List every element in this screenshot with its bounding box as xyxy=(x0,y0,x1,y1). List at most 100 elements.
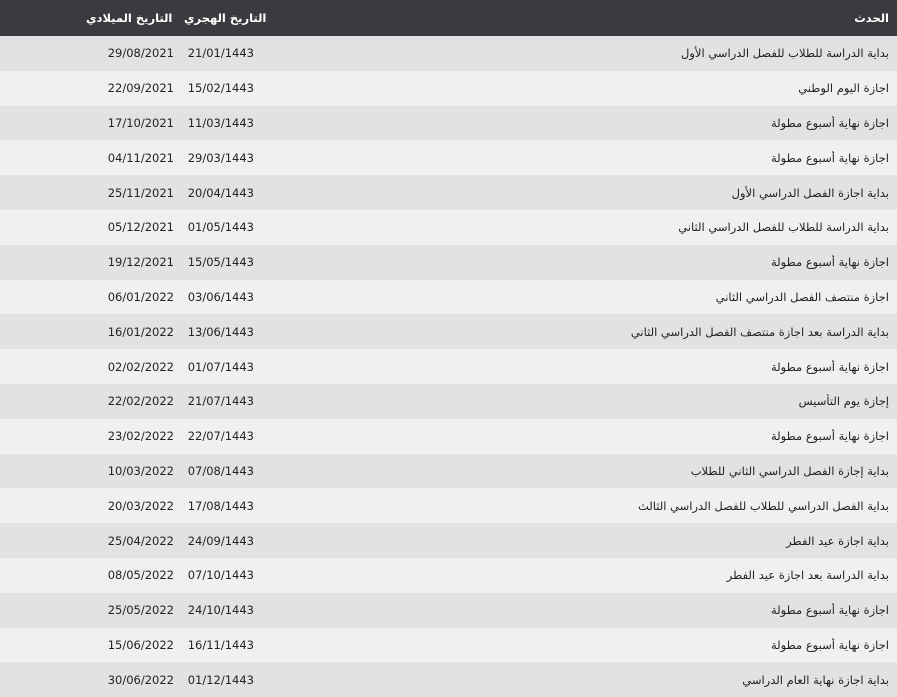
gregorian-date: 04/11/2021 xyxy=(107,150,174,165)
gregorian-cell: 25/11/2021 xyxy=(0,186,184,200)
table-row: اجازة اليوم الوطني 15/02/1443 22/09/2021 xyxy=(0,70,897,106)
event-cell: اجازة نهاية أسبوع مطولة xyxy=(770,603,889,618)
event-cell: اجازة نهاية أسبوع مطولة xyxy=(770,637,889,652)
event-cell: اجازة منتصف الفصل الدراسي الثاني xyxy=(715,289,889,304)
table-row: بداية الدراسة للطلاب للفصل الدراسي الثان… xyxy=(0,209,897,245)
hijri-cell: 01/07/1443 xyxy=(184,360,355,374)
table-row: بداية الفصل الدراسي للطلاب للفصل الدراسي… xyxy=(0,488,897,524)
table-row: بداية الدراسة بعد اجازة منتصف الفصل الدر… xyxy=(0,314,897,350)
hijri-date: 24/10/1443 xyxy=(187,603,254,618)
table-body: بداية الدراسة للطلاب للفصل الدراسي الأول… xyxy=(0,36,897,697)
gregorian-cell: 08/05/2022 xyxy=(0,568,184,582)
gregorian-date: 25/04/2022 xyxy=(107,533,174,548)
hijri-date: 16/11/1443 xyxy=(187,637,254,652)
gregorian-cell: 15/06/2022 xyxy=(0,638,184,652)
table-row: إجازة يوم التأسيس 21/07/1443 22/02/2022 xyxy=(0,383,897,419)
gregorian-date: 30/06/2022 xyxy=(107,672,174,687)
event-cell: بداية اجازة نهاية العام الدراسي xyxy=(742,672,889,687)
gregorian-cell: 06/01/2022 xyxy=(0,290,184,304)
gregorian-cell: 25/04/2022 xyxy=(0,534,184,548)
event-cell: بداية اجازة عيد الفطر xyxy=(786,533,889,548)
table-row: بداية اجازة نهاية العام الدراسي 01/12/144… xyxy=(0,662,897,697)
gregorian-cell: 16/01/2022 xyxy=(0,325,184,339)
gregorian-date: 06/01/2022 xyxy=(107,289,174,304)
event-cell: بداية الدراسة للطلاب للفصل الدراسي الأول xyxy=(681,46,889,61)
gregorian-cell: 02/02/2022 xyxy=(0,360,184,374)
hijri-cell: 16/11/1443 xyxy=(184,638,355,652)
hijri-date: 24/09/1443 xyxy=(187,533,254,548)
gregorian-date: 19/12/2021 xyxy=(107,255,174,270)
event-cell: إجازة يوم التأسيس xyxy=(798,394,889,409)
gregorian-date: 22/02/2022 xyxy=(107,394,174,409)
hijri-cell: 11/03/1443 xyxy=(184,116,355,130)
hijri-cell: 07/08/1443 xyxy=(184,464,355,478)
header-gregorian: التاريخ الميلادي xyxy=(86,11,173,25)
table-row: بداية إجازة الفصل الدراسي الثاني للطلاب 0… xyxy=(0,453,897,489)
hijri-cell: 20/04/1443 xyxy=(184,186,355,200)
event-cell: بداية الفصل الدراسي للطلاب للفصل الدراسي… xyxy=(637,498,889,513)
gregorian-date: 23/02/2022 xyxy=(107,429,174,444)
hijri-cell: 22/07/1443 xyxy=(184,429,355,443)
gregorian-cell: 29/08/2021 xyxy=(0,46,184,60)
hijri-cell: 17/08/1443 xyxy=(184,499,355,513)
table-row: اجازة نهاية أسبوع مطولة 29/03/1443 04/11/2… xyxy=(0,140,897,176)
hijri-date: 29/03/1443 xyxy=(187,150,254,165)
gregorian-date: 15/06/2022 xyxy=(107,637,174,652)
event-cell: بداية اجازة الفصل الدراسي الأول xyxy=(731,185,889,200)
table-row: اجازة نهاية أسبوع مطولة 24/10/1443 25/05/2… xyxy=(0,592,897,628)
hijri-date: 21/01/1443 xyxy=(187,46,254,61)
gregorian-cell: 25/05/2022 xyxy=(0,603,184,617)
header-event: الحدث xyxy=(854,11,889,25)
gregorian-date: 20/03/2022 xyxy=(107,498,174,513)
hijri-date: 07/10/1443 xyxy=(187,568,254,583)
event-cell: اجازة نهاية أسبوع مطولة xyxy=(770,429,889,444)
gregorian-cell: 17/10/2021 xyxy=(0,116,184,130)
calendar-table: الحدث التاريخ الهجري التاريخ الميلادي بد… xyxy=(0,0,897,697)
hijri-cell: 24/10/1443 xyxy=(184,603,355,617)
event-cell: اجازة نهاية أسبوع مطولة xyxy=(770,115,889,130)
event-cell: بداية الدراسة بعد اجازة منتصف الفصل الدر… xyxy=(630,324,889,339)
hijri-date: 17/08/1443 xyxy=(187,498,254,513)
hijri-cell: 07/10/1443 xyxy=(184,568,355,582)
gregorian-date: 16/01/2022 xyxy=(107,324,174,339)
hijri-cell: 03/06/1443 xyxy=(184,290,355,304)
gregorian-cell: 04/11/2021 xyxy=(0,151,184,165)
table-row: اجازة نهاية أسبوع مطولة 01/07/1443 02/02/2… xyxy=(0,349,897,384)
hijri-date: 03/06/1443 xyxy=(187,289,254,304)
gregorian-cell: 20/03/2022 xyxy=(0,499,184,513)
hijri-cell: 15/02/1443 xyxy=(184,81,355,95)
gregorian-date: 02/02/2022 xyxy=(107,359,174,374)
hijri-date: 11/03/1443 xyxy=(187,115,254,130)
table-row: بداية الدراسة للطلاب للفصل الدراسي الأول… xyxy=(0,36,897,71)
event-cell: اجازة نهاية أسبوع مطولة xyxy=(770,150,889,165)
hijri-date: 01/07/1443 xyxy=(187,359,254,374)
gregorian-date: 29/08/2021 xyxy=(107,46,174,61)
gregorian-cell: 22/02/2022 xyxy=(0,394,184,408)
hijri-date: 01/05/1443 xyxy=(187,220,254,235)
header-hijri-cell: التاريخ الهجري xyxy=(184,11,355,25)
hijri-cell: 29/03/1443 xyxy=(184,151,355,165)
header-hijri: التاريخ الهجري xyxy=(184,11,267,25)
gregorian-cell: 30/06/2022 xyxy=(0,673,184,687)
event-cell: اجازة نهاية أسبوع مطولة xyxy=(770,359,889,374)
header-gregorian-cell: التاريخ الميلادي xyxy=(0,11,184,25)
hijri-date: 13/06/1443 xyxy=(187,324,254,339)
event-cell: بداية الدراسة للطلاب للفصل الدراسي الثان… xyxy=(678,220,889,235)
table-row: اجازة نهاية أسبوع مطولة 16/11/1443 15/06/2… xyxy=(0,627,897,663)
table-row: بداية اجازة عيد الفطر 24/09/1443 25/04/202… xyxy=(0,523,897,558)
hijri-date: 01/12/1443 xyxy=(187,672,254,687)
event-cell: اجازة اليوم الوطني xyxy=(798,81,889,96)
hijri-cell: 13/06/1443 xyxy=(184,325,355,339)
gregorian-date: 22/09/2021 xyxy=(107,81,174,96)
hijri-date: 15/05/1443 xyxy=(187,255,254,270)
event-cell: بداية إجازة الفصل الدراسي الثاني للطلاب xyxy=(690,463,889,478)
table-row: اجازة نهاية أسبوع مطولة 11/03/1443 17/10/2… xyxy=(0,105,897,141)
gregorian-date: 17/10/2021 xyxy=(107,115,174,130)
gregorian-date: 05/12/2021 xyxy=(107,220,174,235)
hijri-cell: 01/12/1443 xyxy=(184,673,355,687)
gregorian-cell: 05/12/2021 xyxy=(0,220,184,234)
hijri-date: 07/08/1443 xyxy=(187,463,254,478)
table-row: بداية الدراسة بعد اجازة عيد الفطر 07/10/1… xyxy=(0,557,897,593)
gregorian-cell: 19/12/2021 xyxy=(0,255,184,269)
event-cell: بداية الدراسة بعد اجازة عيد الفطر xyxy=(726,568,889,583)
